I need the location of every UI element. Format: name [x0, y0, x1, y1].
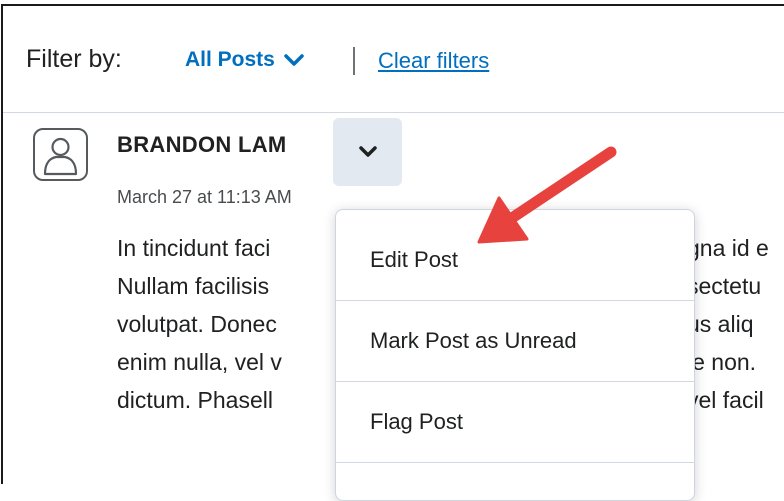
- post-body-left: In tincidunt faci Nullam facilisis volut…: [117, 229, 282, 419]
- post-body-line: ie non.: [687, 349, 757, 375]
- filter-bar: Filter by: All Posts Clear filters: [3, 6, 784, 112]
- post-body-line: Nullam facilisis: [117, 273, 270, 299]
- user-avatar-icon: [33, 128, 88, 181]
- post-context-menu: Edit Post Mark Post as Unread Flag Post: [335, 209, 695, 501]
- chevron-down-icon: [284, 54, 304, 66]
- post-body-line: volutpat. Donec: [117, 311, 277, 337]
- menu-item-flag-post[interactable]: Flag Post: [336, 382, 694, 462]
- post-body-line: In tincidunt faci: [117, 235, 271, 261]
- post-body-right: gna id e sectetu us aliq ie non. vel fac…: [687, 229, 769, 419]
- filter-dropdown[interactable]: All Posts: [185, 48, 305, 72]
- post-body-line: enim nulla, vel v: [117, 349, 282, 375]
- post-author: BRANDON LAM: [117, 132, 287, 157]
- menu-divider: [336, 462, 694, 463]
- filter-dropdown-value: All Posts: [185, 48, 275, 71]
- chevron-down-icon: [358, 146, 377, 157]
- filter-divider: [353, 47, 355, 75]
- post-body-line: vel facil: [687, 387, 764, 413]
- clear-filters-link[interactable]: Clear filters: [378, 48, 489, 74]
- header-divider: [3, 112, 784, 113]
- menu-item-mark-unread[interactable]: Mark Post as Unread: [336, 301, 694, 381]
- menu-item-edit-post[interactable]: Edit Post: [336, 220, 694, 300]
- post-body-line: gna id e: [687, 235, 769, 261]
- post-body-line: us aliq: [687, 311, 754, 337]
- post-body-line: dictum. Phasell: [117, 387, 273, 413]
- post-timestamp: March 27 at 11:13 AM: [117, 187, 292, 207]
- post-body-line: sectetu: [687, 273, 762, 299]
- filter-label: Filter by:: [26, 45, 122, 73]
- post-context-menu-button[interactable]: [333, 118, 402, 186]
